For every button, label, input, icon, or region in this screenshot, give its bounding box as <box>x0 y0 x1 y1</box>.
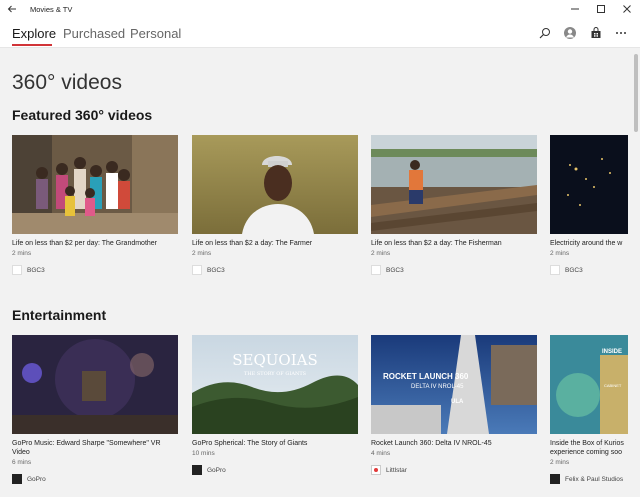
video-thumbnail[interactable] <box>550 135 628 234</box>
thumb-subtitle: CABINET <box>604 383 622 388</box>
provider-logo <box>371 265 381 275</box>
video-card[interactable]: ROCKET LAUNCH 360 DELTA IV NROL-45 ULA R… <box>371 335 537 475</box>
video-card[interactable]: Life on less than $2 per day: The Grandm… <box>12 135 178 275</box>
littlstar-logo-icon <box>371 465 381 475</box>
video-thumbnail[interactable]: ROCKET LAUNCH 360 DELTA IV NROL-45 ULA <box>371 335 537 434</box>
section-title-entertainment: Entertainment <box>12 307 107 323</box>
provider-name: Felix & Paul Studios <box>565 475 624 483</box>
video-duration: 6 mins <box>12 459 32 466</box>
video-card[interactable]: GoPro Music: Edward Sharpe "Somewhere" V… <box>12 335 178 484</box>
title-bar: Movies & TV <box>0 0 640 18</box>
provider-name: BGC3 <box>27 266 45 274</box>
video-thumbnail[interactable]: SEQUOIAS THE STORY OF GIANTS <box>192 335 358 434</box>
video-title: Electricity around the w <box>550 240 623 247</box>
video-card[interactable]: Electricity around the w 2 mins BGC3 <box>550 135 628 275</box>
video-title: Life on less than $2 a day: The Fisherma… <box>371 240 502 247</box>
video-title: Life on less than $2 a day: The Farmer <box>192 240 313 247</box>
provider-name: BGC3 <box>207 266 225 274</box>
vertical-scrollbar[interactable] <box>634 54 638 132</box>
provider-logo <box>192 265 202 275</box>
tab-personal[interactable]: Personal <box>130 26 181 41</box>
thumb-subtitle: DELTA IV NROL-45 <box>411 384 464 390</box>
back-arrow-icon[interactable] <box>0 0 24 18</box>
video-duration: 2 mins <box>550 459 570 466</box>
provider-name: GoPro <box>27 475 46 483</box>
video-duration: 2 mins <box>550 250 570 257</box>
search-icon[interactable] <box>538 26 552 40</box>
provider-name: BGC3 <box>386 266 404 274</box>
provider-name: BGC3 <box>565 266 583 274</box>
tab-explore[interactable]: Explore <box>12 26 56 41</box>
provider-logo <box>550 474 560 484</box>
thumb-subtitle: THE STORY OF GIANTS <box>244 371 307 377</box>
thumb-title: SEQUOIAS <box>232 351 318 369</box>
section-title-featured: Featured 360° videos <box>12 107 153 123</box>
account-icon[interactable] <box>563 26 577 40</box>
video-duration: 10 mins <box>192 450 215 457</box>
gopro-logo-icon <box>12 474 22 484</box>
video-card[interactable]: SEQUOIAS THE STORY OF GIANTS GoPro Spher… <box>192 335 358 475</box>
video-duration: 4 mins <box>371 450 391 457</box>
video-title: GoPro Music: Edward Sharpe "Somewhere" V… <box>12 440 161 456</box>
active-tab-indicator <box>12 44 52 46</box>
video-thumbnail[interactable]: INSIDE CABINET <box>550 335 628 434</box>
video-title: Rocket Launch 360: Delta IV NROL-45 <box>371 440 492 447</box>
close-icon[interactable] <box>614 0 640 18</box>
provider-name: GoPro <box>207 466 226 474</box>
video-card[interactable]: INSIDE CABINET Inside the Box of Kurios … <box>550 335 628 484</box>
window-title: Movies & TV <box>30 4 73 14</box>
page-title: 360° videos <box>12 71 122 94</box>
video-title: GoPro Spherical: The Story of Giants <box>192 440 308 447</box>
provider-logo <box>12 265 22 275</box>
video-thumbnail[interactable] <box>371 135 537 234</box>
video-thumbnail[interactable] <box>12 135 178 234</box>
video-thumbnail[interactable] <box>192 135 358 234</box>
video-card[interactable]: Life on less than $2 a day: The Fisherma… <box>371 135 537 275</box>
video-title: Life on less than $2 per day: The Grandm… <box>12 240 158 247</box>
video-duration: 2 mins <box>12 250 32 257</box>
thumb-title: INSIDE <box>602 349 622 355</box>
minimize-icon[interactable] <box>562 0 588 18</box>
thumb-title: ROCKET LAUNCH 360 <box>383 372 469 381</box>
video-card[interactable]: Life on less than $2 a day: The Farmer 2… <box>192 135 358 275</box>
store-icon[interactable] <box>589 26 603 40</box>
maximize-icon[interactable] <box>588 0 614 18</box>
video-title: Inside the Box of Kurios experience comi… <box>550 440 624 456</box>
video-duration: 2 mins <box>371 250 391 257</box>
provider-name: Littlstar <box>386 466 407 474</box>
tab-purchased[interactable]: Purchased <box>63 26 125 41</box>
provider-logo <box>550 265 560 275</box>
thumb-brand: ULA <box>451 399 464 405</box>
video-thumbnail[interactable] <box>12 335 178 434</box>
more-icon[interactable] <box>614 26 628 40</box>
video-duration: 2 mins <box>192 250 212 257</box>
gopro-logo-icon <box>192 465 202 475</box>
